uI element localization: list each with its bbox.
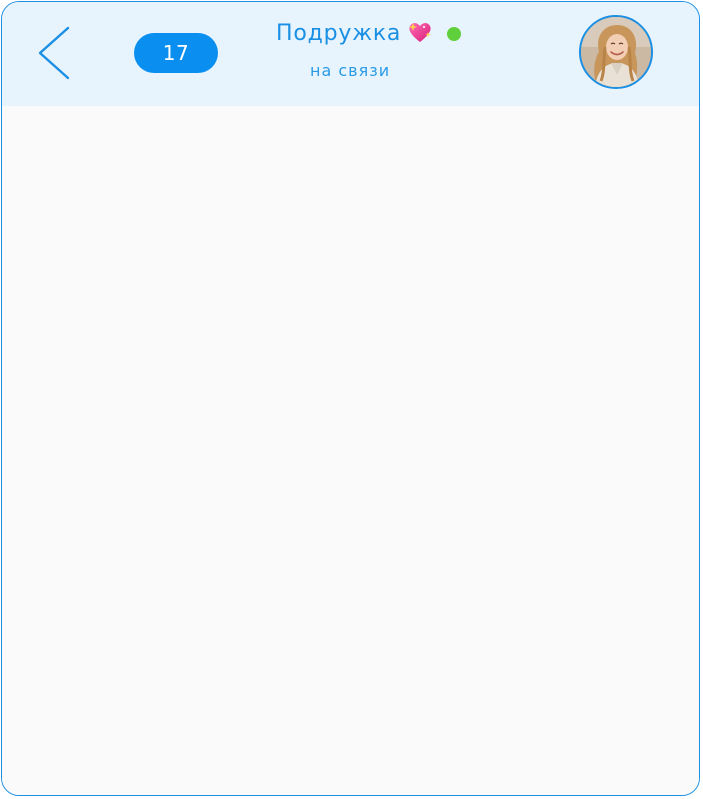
contact-status: на связи: [310, 61, 391, 80]
back-button[interactable]: [32, 24, 76, 82]
chevron-left-icon: [38, 26, 70, 80]
unread-count-badge[interactable]: 17: [134, 33, 218, 73]
contact-name: Подружка: [276, 21, 402, 46]
avatar[interactable]: [579, 15, 653, 89]
chat-messages-area[interactable]: [2, 106, 699, 795]
online-status-dot: [447, 27, 461, 41]
sparkling-heart-icon: [409, 23, 431, 42]
chat-header: 17 Подружка на связи: [2, 2, 699, 106]
chat-window: 17 Подружка на связи: [1, 1, 700, 796]
person-photo-icon: [581, 17, 651, 87]
